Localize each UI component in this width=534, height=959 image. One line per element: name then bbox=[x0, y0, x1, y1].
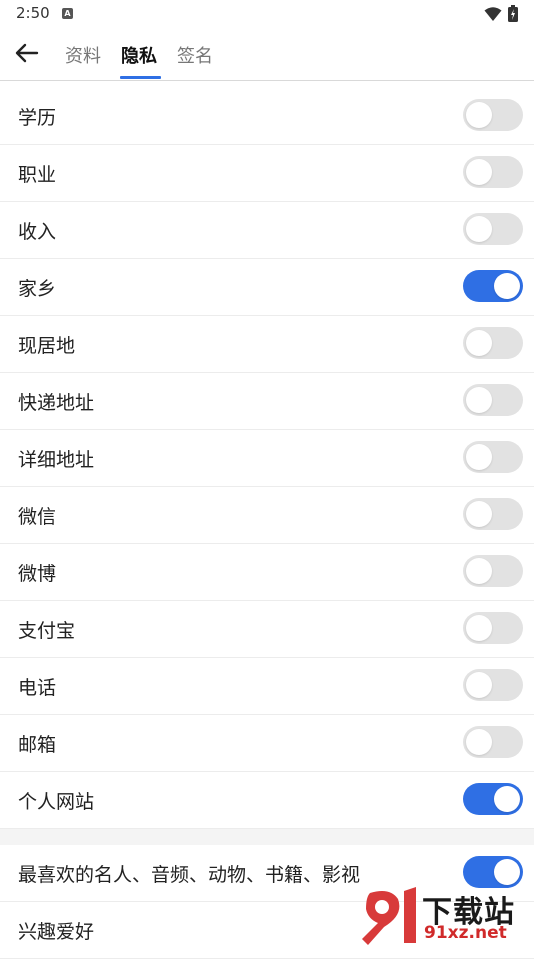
visibility-toggle[interactable] bbox=[463, 99, 523, 131]
privacy-row: 家乡 bbox=[0, 259, 534, 316]
privacy-row: 电话 bbox=[0, 658, 534, 715]
privacy-row: 职业 bbox=[0, 145, 534, 202]
privacy-row-label: 现居地 bbox=[18, 335, 76, 357]
privacy-row-label: 支付宝 bbox=[18, 620, 76, 642]
privacy-row: 微博 bbox=[0, 544, 534, 601]
tab-privacy[interactable]: 隐私 bbox=[121, 42, 157, 68]
toggle-knob bbox=[494, 859, 520, 885]
privacy-row: 收入 bbox=[0, 202, 534, 259]
toggle-knob bbox=[466, 159, 492, 185]
visibility-toggle[interactable] bbox=[463, 726, 523, 758]
visibility-toggle[interactable] bbox=[463, 384, 523, 416]
visibility-toggle[interactable] bbox=[463, 270, 523, 302]
visibility-toggle[interactable] bbox=[463, 856, 523, 888]
privacy-list: 学历职业收入家乡现居地快递地址详细地址微信微博支付宝电话邮箱个人网站最喜欢的名人… bbox=[0, 88, 534, 959]
toggle-knob bbox=[466, 615, 492, 641]
privacy-row-label: 职业 bbox=[18, 164, 57, 186]
privacy-row-label: 最喜欢的名人、音频、动物、书籍、影视 bbox=[18, 864, 361, 886]
toggle-knob bbox=[466, 729, 492, 755]
privacy-row: 邮箱 bbox=[0, 715, 534, 772]
toggle-knob bbox=[466, 216, 492, 242]
tab-bar: 资料 隐私 签名 bbox=[0, 28, 534, 81]
toggle-knob bbox=[494, 786, 520, 812]
privacy-row-label: 学历 bbox=[18, 107, 57, 129]
visibility-toggle[interactable] bbox=[463, 441, 523, 473]
tab-signature[interactable]: 签名 bbox=[177, 42, 213, 68]
privacy-row-label: 详细地址 bbox=[18, 449, 95, 471]
visibility-toggle[interactable] bbox=[463, 783, 523, 815]
tab-profile[interactable]: 资料 bbox=[65, 42, 101, 68]
back-button[interactable] bbox=[14, 40, 40, 66]
visibility-toggle[interactable] bbox=[463, 327, 523, 359]
battery-icon bbox=[508, 5, 518, 22]
privacy-row-label: 快递地址 bbox=[18, 392, 95, 414]
section-divider bbox=[0, 829, 534, 845]
privacy-row: 个人网站 bbox=[0, 772, 534, 829]
arrow-left-icon bbox=[15, 43, 39, 63]
status-time: 2:50 bbox=[16, 4, 50, 22]
status-icons bbox=[484, 5, 518, 22]
toggle-knob bbox=[466, 672, 492, 698]
watermark-logo-icon bbox=[362, 887, 416, 945]
toggle-knob bbox=[466, 444, 492, 470]
privacy-row: 快递地址 bbox=[0, 373, 534, 430]
privacy-row-label: 邮箱 bbox=[18, 734, 57, 756]
visibility-toggle[interactable] bbox=[463, 669, 523, 701]
visibility-toggle[interactable] bbox=[463, 498, 523, 530]
visibility-toggle[interactable] bbox=[463, 555, 523, 587]
toggle-knob bbox=[466, 558, 492, 584]
privacy-row-label: 微信 bbox=[18, 506, 57, 528]
privacy-row-label: 个人网站 bbox=[18, 791, 95, 813]
privacy-row-label: 家乡 bbox=[18, 278, 57, 300]
toggle-knob bbox=[466, 330, 492, 356]
status-bar: 2:50 A bbox=[0, 0, 534, 28]
privacy-row-label: 兴趣爱好 bbox=[18, 921, 95, 943]
visibility-toggle[interactable] bbox=[463, 213, 523, 245]
privacy-row-label: 电话 bbox=[18, 677, 57, 699]
privacy-row: 详细地址 bbox=[0, 430, 534, 487]
toggle-knob bbox=[466, 387, 492, 413]
watermark: 下载站 91xz.net bbox=[360, 885, 530, 947]
privacy-row: 微信 bbox=[0, 487, 534, 544]
toggle-knob bbox=[494, 273, 520, 299]
watermark-url: 91xz.net bbox=[424, 923, 507, 943]
visibility-toggle[interactable] bbox=[463, 612, 523, 644]
privacy-row: 支付宝 bbox=[0, 601, 534, 658]
toggle-knob bbox=[466, 102, 492, 128]
privacy-row-label: 收入 bbox=[18, 221, 57, 243]
active-tab-indicator bbox=[120, 76, 161, 79]
notification-icon: A bbox=[62, 8, 73, 19]
privacy-row: 现居地 bbox=[0, 316, 534, 373]
privacy-row-label: 微博 bbox=[18, 563, 57, 585]
visibility-toggle[interactable] bbox=[463, 156, 523, 188]
toggle-knob bbox=[466, 501, 492, 527]
privacy-row: 学历 bbox=[0, 88, 534, 145]
wifi-icon bbox=[484, 6, 502, 21]
